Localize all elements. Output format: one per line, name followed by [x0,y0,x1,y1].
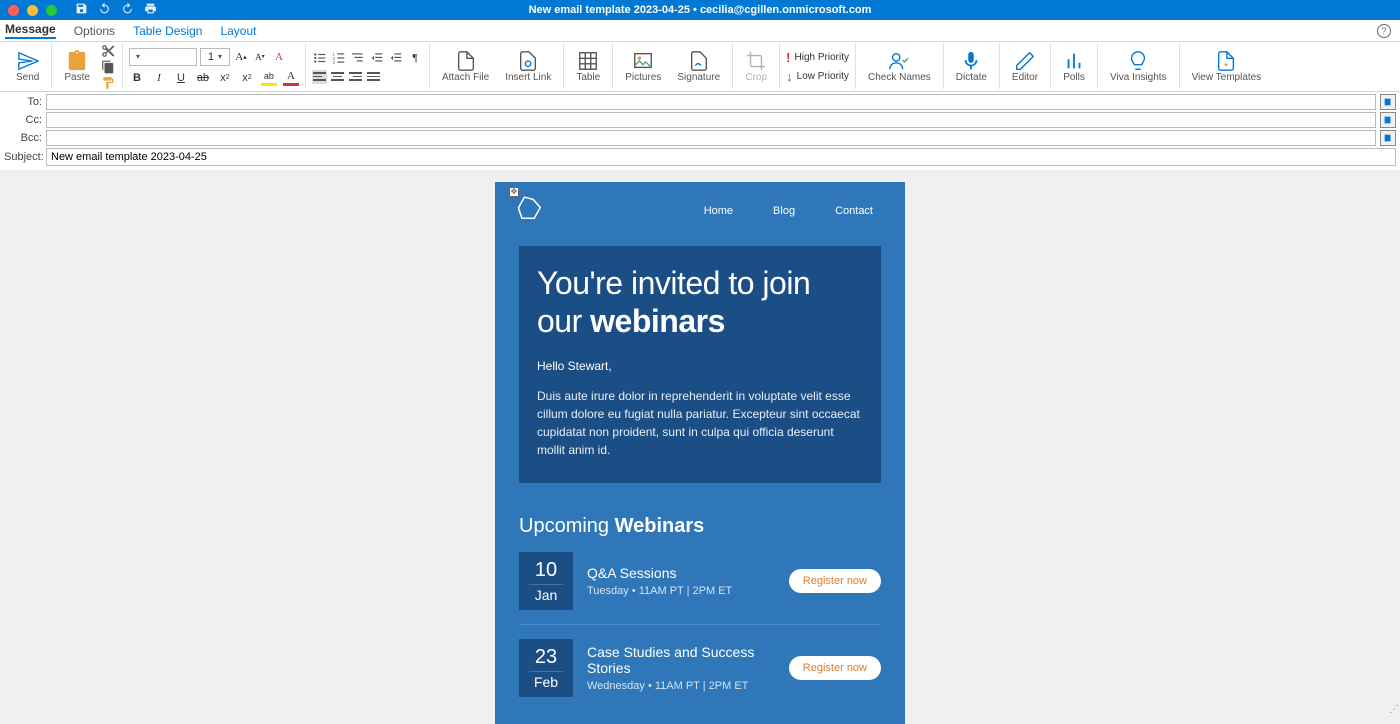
bcc-field[interactable] [46,130,1376,146]
editor-button[interactable]: Editor [1006,48,1044,85]
align-center-button[interactable] [330,70,345,84]
email-canvas[interactable]: ✥ Home Blog Contact You're invited to jo… [0,170,1400,724]
increase-indent-button[interactable] [388,50,404,66]
webinar-item: 23 Feb Case Studies and Success Stories … [519,625,881,711]
subject-label: Subject: [4,151,42,163]
font-size-select[interactable]: 1▾ [200,48,230,66]
hero-block: You're invited to join our webinars Hell… [519,246,881,483]
bcc-label: Bcc: [4,132,42,144]
bold-button[interactable]: B [129,70,145,86]
date-box: 23 Feb [519,639,573,697]
email-template[interactable]: ✥ Home Blog Contact You're invited to jo… [495,182,905,724]
print-icon[interactable] [144,2,157,18]
align-right-button[interactable] [348,70,363,84]
message-fields: To: Cc: Bcc: Subject: [0,92,1400,170]
cc-field[interactable] [46,112,1376,128]
greeting: Hello Stewart, [537,359,863,373]
nav-home[interactable]: Home [704,205,733,217]
numbered-list-button[interactable]: 123 [331,50,347,66]
clear-formatting-icon[interactable]: A [271,49,287,65]
attach-file-button[interactable]: Attach File [436,48,495,85]
copy-icon[interactable] [100,60,116,74]
hero-body: Duis aute irure dolor in reprehenderit i… [537,387,863,459]
window-title: New email template 2023-04-25 • cecilia@… [0,4,1400,16]
subscript-button[interactable]: x2 [217,70,233,86]
viva-insights-button[interactable]: Viva Insights [1104,48,1173,85]
polls-button[interactable]: Polls [1057,48,1091,85]
tab-layout[interactable]: Layout [220,24,256,38]
grow-font-icon[interactable]: A▴ [233,49,249,65]
subject-field[interactable] [46,148,1396,166]
view-templates-button[interactable]: View Templates [1186,48,1268,85]
quick-access [75,2,157,18]
logo-icon [515,196,545,226]
ribbon-tabs: Message Options Table Design Layout ? [0,20,1400,42]
insert-link-button[interactable]: Insert Link [499,48,557,85]
tab-message[interactable]: Message [5,22,56,39]
upcoming-section: Upcoming Webinars 10 Jan Q&A Sessions Tu… [495,507,905,724]
low-priority-button[interactable]: ↓Low Priority [786,69,849,84]
paste-button[interactable]: Paste [58,48,96,85]
send-button[interactable]: Send [10,48,45,85]
shrink-font-icon[interactable]: A▾ [252,49,268,65]
font-color-button[interactable]: A [283,70,299,86]
to-field[interactable] [46,94,1376,110]
window-controls [0,5,57,16]
minimize-window[interactable] [27,5,38,16]
cc-addressbook-button[interactable] [1380,112,1396,128]
svg-text:3: 3 [333,59,336,64]
signature-button[interactable]: Signature [671,48,726,85]
register-button[interactable]: Register now [789,569,881,593]
to-label: To: [4,96,42,108]
webinar-subtitle: Wednesday • 11AM PT | 2PM ET [587,680,789,692]
multilevel-list-button[interactable] [350,50,366,66]
webinar-title: Case Studies and Success Stories [587,644,789,676]
hero-title: You're invited to join our webinars [537,264,863,341]
bullet-list-button[interactable] [312,50,328,66]
align-left-button[interactable] [312,70,327,84]
help-icon[interactable]: ? [1377,24,1391,38]
underline-button[interactable]: U [173,70,189,86]
bcc-addressbook-button[interactable] [1380,130,1396,146]
undo-icon[interactable] [98,2,111,18]
title-bar: New email template 2023-04-25 • cecilia@… [0,0,1400,20]
table-button[interactable]: Table [570,48,606,85]
cut-icon[interactable] [100,44,116,58]
close-window[interactable] [8,5,19,16]
webinar-subtitle: Tuesday • 11AM PT | 2PM ET [587,585,789,597]
font-family-select[interactable]: ▾ [129,48,197,66]
redo-icon[interactable] [121,2,134,18]
decrease-indent-button[interactable] [369,50,385,66]
crop-button[interactable]: Crop [739,48,773,85]
upcoming-title: Upcoming Webinars [519,515,881,538]
webinar-item: 10 Jan Q&A Sessions Tuesday • 11AM PT | … [519,538,881,625]
italic-button[interactable]: I [151,70,167,86]
justify-button[interactable] [366,70,381,84]
nav-blog[interactable]: Blog [773,205,795,217]
pictures-button[interactable]: Pictures [619,48,667,85]
maximize-window[interactable] [46,5,57,16]
drag-handle-icon[interactable]: ✥ [509,187,519,197]
show-marks-button[interactable]: ¶ [407,50,423,66]
register-button[interactable]: Register now [789,656,881,680]
to-addressbook-button[interactable] [1380,94,1396,110]
highlight-color-button[interactable]: ab [261,70,277,86]
nav-contact[interactable]: Contact [835,205,873,217]
save-icon[interactable] [75,2,88,18]
superscript-button[interactable]: x2 [239,70,255,86]
format-painter-icon[interactable] [100,76,116,90]
strikethrough-button[interactable]: ab [195,70,211,86]
tab-table-design[interactable]: Table Design [133,24,202,38]
high-priority-button[interactable]: !High Priority [786,50,849,65]
resize-handle-icon[interactable]: ⋰ [1389,704,1399,715]
date-box: 10 Jan [519,552,573,610]
tab-options[interactable]: Options [74,24,115,38]
webinar-title: Q&A Sessions [587,565,789,581]
ribbon: Send Paste ▾ 1▾ A▴ A▾ A B I U [0,42,1400,92]
dictate-button[interactable]: Dictate [950,48,993,85]
check-names-button[interactable]: Check Names [862,48,937,85]
cc-label: Cc: [4,114,42,126]
